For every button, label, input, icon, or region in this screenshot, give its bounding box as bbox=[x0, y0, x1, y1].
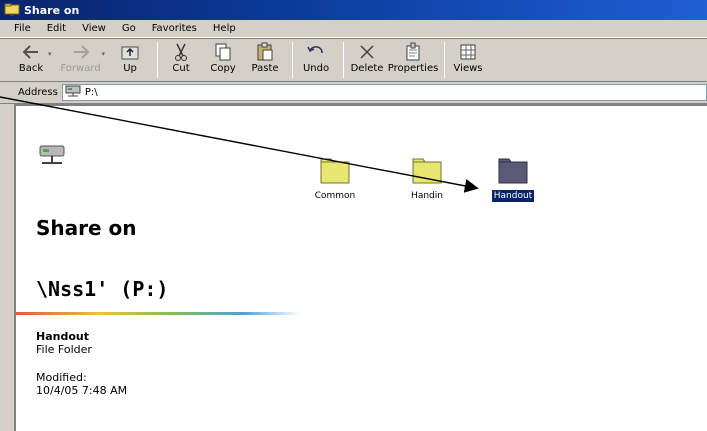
menu-view[interactable]: View bbox=[82, 23, 106, 34]
folder-common[interactable]: Common bbox=[300, 153, 370, 202]
cut-button[interactable]: Cut bbox=[162, 42, 200, 74]
network-drive-icon bbox=[65, 85, 81, 100]
paste-label: Paste bbox=[251, 63, 279, 74]
undo-icon bbox=[305, 42, 327, 62]
network-drive-icon bbox=[38, 142, 66, 168]
back-label: Back bbox=[18, 63, 44, 74]
toolbar: Back ▾ Forward ▾ Up Cut Copy Paste Undo … bbox=[0, 38, 707, 82]
up-label: Up bbox=[123, 63, 137, 74]
modified-label: Modified: bbox=[36, 371, 87, 384]
views-button[interactable]: Views bbox=[449, 42, 487, 74]
menu-help[interactable]: Help bbox=[213, 23, 236, 34]
copy-label: Copy bbox=[210, 63, 236, 74]
folder-label: Handin bbox=[411, 191, 443, 201]
back-arrow-icon bbox=[20, 42, 42, 62]
window-title: Share on bbox=[24, 3, 80, 17]
folder-icon bbox=[411, 153, 443, 185]
folder-view: Share on \Nss1' (P:) Handout File Folder… bbox=[14, 104, 707, 431]
scissors-icon bbox=[170, 42, 192, 62]
toolbar-separator bbox=[444, 42, 446, 78]
forward-label: Forward bbox=[60, 63, 101, 74]
delete-x-icon bbox=[356, 42, 378, 62]
forward-dropdown-icon[interactable]: ▾ bbox=[102, 50, 106, 58]
folder-network-icon bbox=[4, 3, 20, 17]
up-folder-icon bbox=[119, 42, 141, 62]
folder-handin[interactable]: Handin bbox=[392, 153, 462, 202]
copy-button[interactable]: Copy bbox=[204, 42, 242, 74]
views-label: Views bbox=[453, 63, 483, 74]
forward-arrow-icon bbox=[70, 42, 92, 62]
share-title: Share on bbox=[36, 216, 137, 240]
selected-item-type: File Folder bbox=[36, 343, 92, 356]
folder-label: Common bbox=[314, 191, 356, 201]
forward-button[interactable]: Forward bbox=[58, 42, 104, 74]
share-drive-title: \Nss1' (P:) bbox=[36, 277, 169, 301]
properties-button[interactable]: Properties bbox=[387, 42, 439, 74]
copy-icon bbox=[212, 42, 234, 62]
back-dropdown-icon[interactable]: ▾ bbox=[48, 50, 52, 58]
undo-label: Undo bbox=[302, 63, 330, 74]
modified-date: 10/4/05 7:48 AM bbox=[36, 384, 128, 397]
menu-go[interactable]: Go bbox=[122, 23, 136, 34]
cut-label: Cut bbox=[172, 63, 190, 74]
address-input[interactable]: P:\ bbox=[61, 84, 707, 101]
divider bbox=[16, 312, 301, 315]
undo-button[interactable]: Undo bbox=[297, 42, 335, 74]
toolbar-separator bbox=[157, 42, 159, 78]
toolbar-separator bbox=[343, 42, 345, 78]
paste-button[interactable]: Paste bbox=[246, 42, 284, 74]
title-bar[interactable]: Share on bbox=[0, 0, 707, 20]
address-label: Address bbox=[18, 87, 58, 98]
menu-edit[interactable]: Edit bbox=[47, 23, 66, 34]
folder-icon bbox=[497, 153, 529, 185]
delete-button[interactable]: Delete bbox=[348, 42, 386, 74]
clipboard-icon bbox=[254, 42, 276, 62]
properties-icon bbox=[402, 42, 424, 62]
explorer-window: Share on File Edit View Go Favorites Hel… bbox=[0, 0, 707, 431]
folder-icon bbox=[319, 153, 351, 185]
back-button[interactable]: Back bbox=[12, 42, 50, 74]
menu-file[interactable]: File bbox=[14, 23, 31, 34]
menu-bar: File Edit View Go Favorites Help bbox=[0, 20, 707, 38]
views-grid-icon bbox=[457, 42, 479, 62]
properties-label: Properties bbox=[387, 63, 439, 74]
menu-favorites[interactable]: Favorites bbox=[152, 23, 197, 34]
folder-handout[interactable]: Handout bbox=[478, 153, 548, 202]
address-bar: Address P:\ bbox=[0, 82, 707, 104]
delete-label: Delete bbox=[350, 63, 384, 74]
folder-label: Handout bbox=[491, 190, 535, 202]
details-pane: Share on \Nss1' (P:) Handout File Folder… bbox=[16, 106, 301, 431]
up-button[interactable]: Up bbox=[111, 42, 149, 74]
selected-item-name: Handout bbox=[36, 330, 89, 343]
toolbar-separator bbox=[292, 42, 294, 78]
address-value: P:\ bbox=[84, 87, 98, 98]
